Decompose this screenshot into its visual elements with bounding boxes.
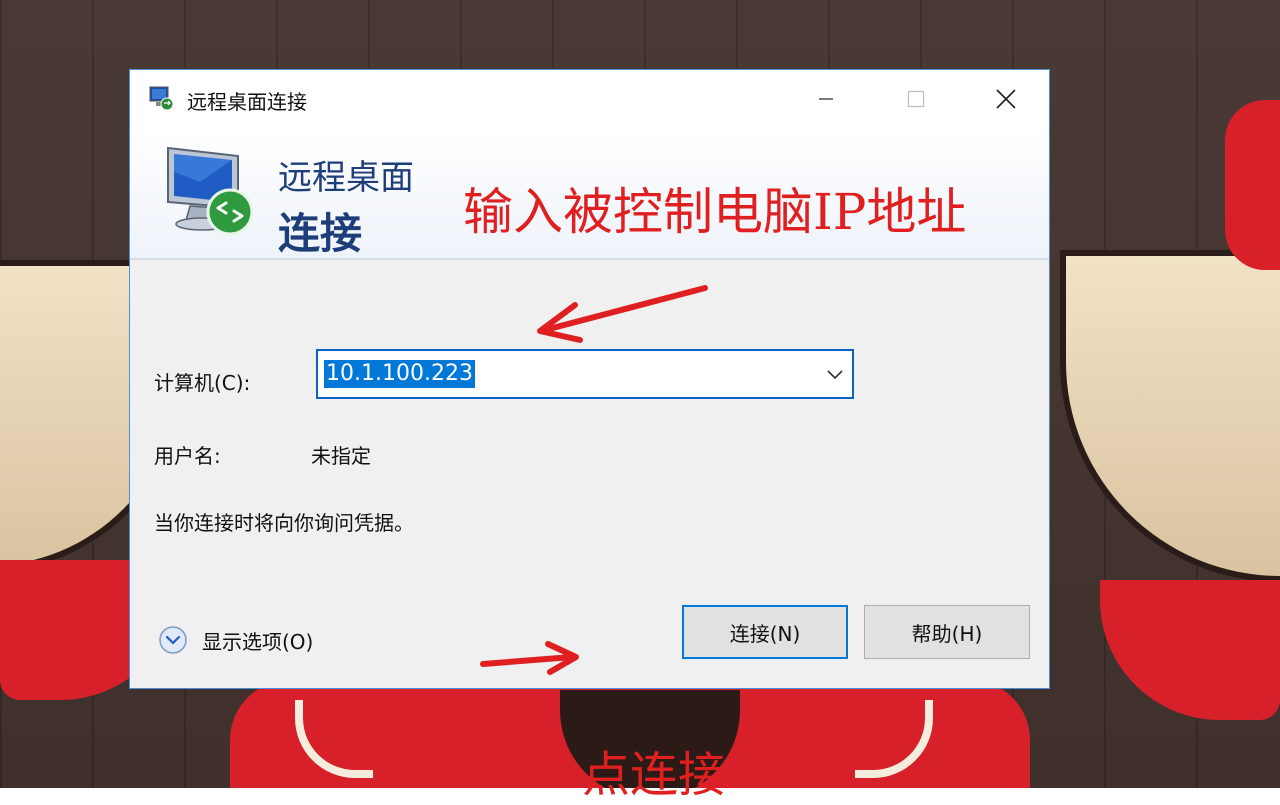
computer-input-value[interactable]: 10.1.100.223: [324, 360, 475, 388]
computer-combobox[interactable]: 10.1.100.223: [316, 349, 854, 399]
close-button[interactable]: [961, 70, 1051, 128]
remote-desktop-icon: [149, 86, 174, 111]
minimize-button[interactable]: [781, 70, 871, 128]
remote-desktop-dialog: 远程桌面连接 远程桌面 连接 输入被控制电脑IP地址 计算机(C): 10.1.…: [129, 69, 1050, 689]
expand-circle-icon[interactable]: [158, 625, 188, 655]
annotation-click-connect: 点连接: [582, 747, 727, 803]
computer-label: 计算机(C):: [154, 371, 251, 395]
dialog-header-banner: 远程桌面 连接 输入被控制电脑IP地址: [130, 128, 1049, 260]
wallpaper-horn-right: [1060, 250, 1280, 582]
username-label: 用户名:: [154, 444, 221, 468]
wallpaper-red-shape: [1225, 100, 1280, 270]
wallpaper-red-ear-right: [1100, 580, 1280, 720]
monitor-connect-icon: [167, 146, 254, 236]
header-title-line2: 连接: [278, 209, 363, 258]
show-options-label[interactable]: 显示选项(O): [202, 626, 313, 655]
show-options-toggle[interactable]: 显示选项(O): [158, 625, 313, 655]
credentials-info-text: 当你连接时将向你询问凭据。: [154, 511, 414, 535]
close-icon: [996, 89, 1016, 109]
window-title: 远程桌面连接: [187, 90, 307, 114]
maximize-icon: [907, 90, 925, 108]
help-button[interactable]: 帮助(H): [864, 605, 1030, 659]
username-value: 未指定: [311, 444, 371, 468]
chevron-down-icon[interactable]: [824, 363, 846, 385]
connect-button[interactable]: 连接(N): [682, 605, 848, 659]
minimize-icon: [819, 98, 833, 100]
annotation-enter-ip: 输入被控制电脑IP地址: [463, 183, 967, 241]
maximize-button[interactable]: [871, 70, 961, 128]
title-bar[interactable]: 远程桌面连接: [130, 70, 1049, 128]
header-title-line1: 远程桌面: [278, 158, 414, 198]
